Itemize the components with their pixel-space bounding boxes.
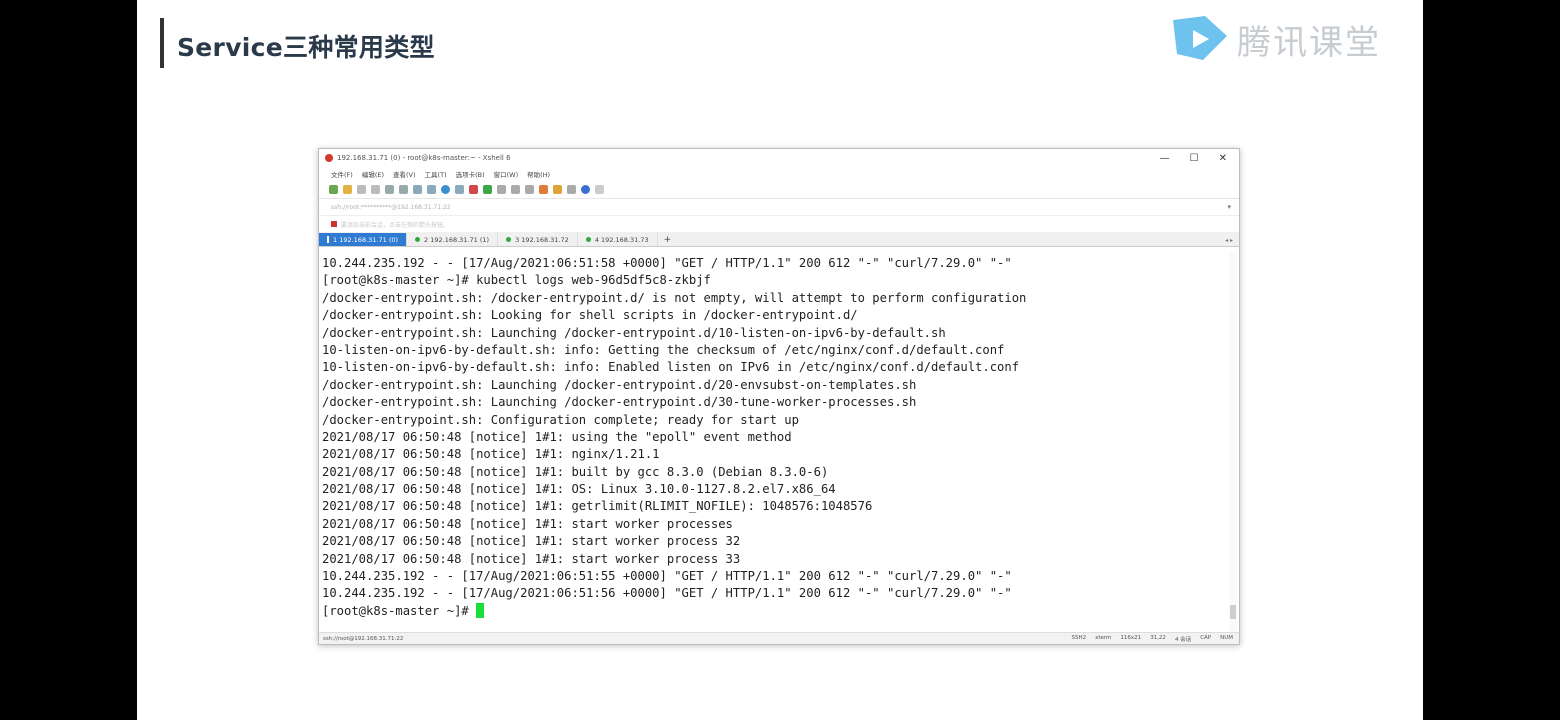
status-connection: ssh://root@192.168.31.71:22 [323,635,404,642]
tab-label: 4 192.168.31.73 [594,235,649,244]
terminal-line: 2021/08/17 06:50:48 [notice] 1#1: start … [322,516,733,531]
script-icon[interactable] [539,185,548,194]
terminal-line: 10.244.235.192 - - [17/Aug/2021:06:51:55… [322,569,1012,584]
terminal-line: 2021/08/17 06:50:48 [notice] 1#1: OS: Li… [322,482,836,497]
terminal-line: /docker-entrypoint.sh: Looking for shell… [322,308,858,323]
globe-icon[interactable] [441,185,450,194]
new-session-icon[interactable] [329,185,338,194]
xftp-icon[interactable] [469,185,478,194]
help-icon[interactable] [581,185,590,194]
paste-icon[interactable] [399,185,408,194]
play-logo-icon [1173,16,1227,60]
tab-status-icon [585,237,591,242]
address-bar[interactable]: ssh://root:**********@192.168.31.71:22 ▾ [319,199,1239,216]
minimize-button[interactable]: — [1160,153,1170,164]
favorites-hint: 要添加当前会话，点击左侧的箭头按钮。 [341,221,450,229]
layout-icon[interactable] [567,185,576,194]
toolbar [319,181,1239,199]
tab-session-4[interactable]: 4 192.168.31.73 [577,233,658,246]
title-accent-bar [160,18,164,68]
scrollbar-thumb[interactable] [1230,605,1236,619]
terminal-cursor [476,602,485,618]
xshell-app-icon [325,154,333,162]
address-text: ssh://root:**********@192.168.31.71:22 [331,203,451,211]
favorites-bar: 要添加当前会话，点击左侧的箭头按钮。 [319,216,1239,232]
menu-bar: 文件(F) 编辑(E) 查看(V) 工具(T) 选项卡(B) 窗口(W) 帮助(… [319,167,1239,181]
menu-tools[interactable]: 工具(T) [425,169,447,179]
maximize-button[interactable]: ☐ [1190,153,1199,164]
find-icon[interactable] [413,185,422,194]
disconnect-icon[interactable] [357,185,366,194]
menu-tab[interactable]: 选项卡(B) [456,169,485,179]
tab-nav-arrows-icon[interactable]: ◂ ▸ [1225,237,1233,244]
status-num: NUM [1220,634,1233,641]
transfer-icon[interactable] [483,185,492,194]
tab-status-icon [327,236,329,243]
terminal-line: 2021/08/17 06:50:48 [notice] 1#1: start … [322,551,741,566]
menu-view[interactable]: 查看(V) [393,169,416,179]
terminal-scrollbar[interactable] [1229,251,1237,633]
terminal-line: /docker-entrypoint.sh: /docker-entrypoin… [322,290,1027,305]
status-protocol: SSH2 [1071,634,1087,641]
terminal-prompt: [root@k8s-master ~]# [322,603,477,618]
terminal-line: 2021/08/17 06:50:48 [notice] 1#1: start … [322,534,741,549]
terminal-line: 10.244.235.192 - - [17/Aug/2021:06:51:56… [322,586,1012,601]
lock-icon[interactable] [511,185,520,194]
terminal-line: 10.244.235.192 - - [17/Aug/2021:06:51:58… [322,256,1012,270]
close-button[interactable]: ✕ [1219,153,1227,164]
status-bar: ssh://root@192.168.31.71:22 SSH2 xterm 1… [319,632,1239,644]
slide-title: Service三种常用类型 [177,33,435,62]
brand-logo: 腾讯课堂 [1169,14,1381,64]
status-sessions: 4 会话 [1174,636,1192,643]
status-terminal-type: xterm [1095,634,1112,641]
open-folder-icon[interactable] [343,185,352,194]
window-title: 192.168.31.71 (0) - root@k8s-master:~ - … [337,154,511,162]
fullscreen-icon[interactable] [497,185,506,194]
terminal-line: [root@k8s-master ~]# kubectl logs web-96… [322,273,711,288]
terminal-prompt-line: [root@k8s-master ~]# [322,602,1227,620]
session-tabs: 1 192.168.31.71 (0) 2 192.168.31.71 (1) … [319,232,1239,247]
status-cursor-pos: 31,22 [1150,634,1166,641]
menu-help[interactable]: 帮助(H) [527,169,550,179]
menu-edit[interactable]: 编辑(E) [362,169,384,179]
brand-name: 腾讯课堂 [1237,22,1381,63]
reconnect-icon[interactable] [371,185,380,194]
terminal-line: 10-listen-on-ipv6-by-default.sh: info: E… [322,360,1020,375]
bookmark-icon[interactable] [331,221,337,227]
options-icon[interactable] [553,185,562,194]
tab-label: 1 192.168.31.71 (0) [333,235,399,244]
tab-label: 3 192.168.31.72 [515,235,569,244]
terminal-output[interactable]: 10.244.235.192 - - [17/Aug/2021:06:51:58… [319,251,1227,637]
new-tab-button[interactable]: + [658,233,678,246]
tab-status-icon [415,237,421,242]
menu-window[interactable]: 窗口(W) [494,169,519,179]
tab-session-3[interactable]: 3 192.168.31.72 [498,233,578,246]
terminal-line: /docker-entrypoint.sh: Configuration com… [322,412,799,427]
copy-icon[interactable] [385,185,394,194]
tab-status-icon [506,237,512,242]
status-size: 116x21 [1120,634,1142,641]
terminal-line: /docker-entrypoint.sh: Launching /docker… [322,377,917,392]
settings-icon[interactable] [595,185,604,194]
properties-icon[interactable] [427,185,436,194]
tab-session-1[interactable]: 1 192.168.31.71 (0) [319,233,408,246]
terminal-line: 2021/08/17 06:50:48 [notice] 1#1: using … [322,429,792,444]
font-icon[interactable] [455,185,464,194]
tab-session-2[interactable]: 2 192.168.31.71 (1) [407,233,499,246]
terminal-line: 2021/08/17 06:50:48 [notice] 1#1: getrli… [322,499,873,514]
tab-label: 2 192.168.31.71 (1) [424,235,490,244]
status-caps: CAP [1200,634,1212,641]
terminal-line: /docker-entrypoint.sh: Launching /docker… [322,395,917,410]
keyboard-icon[interactable] [525,185,534,194]
terminal-line: /docker-entrypoint.sh: Launching /docker… [322,325,946,340]
terminal-line: 2021/08/17 06:50:48 [notice] 1#1: built … [322,464,829,479]
xshell-window: 192.168.31.71 (0) - root@k8s-master:~ - … [318,148,1240,645]
terminal-line: 10-listen-on-ipv6-by-default.sh: info: G… [322,342,1005,357]
menu-file[interactable]: 文件(F) [331,169,353,179]
terminal-line: 2021/08/17 06:50:48 [notice] 1#1: nginx/… [322,447,660,462]
window-titlebar: 192.168.31.71 (0) - root@k8s-master:~ - … [319,149,1239,167]
address-dropdown-icon[interactable]: ▾ [1227,203,1231,211]
